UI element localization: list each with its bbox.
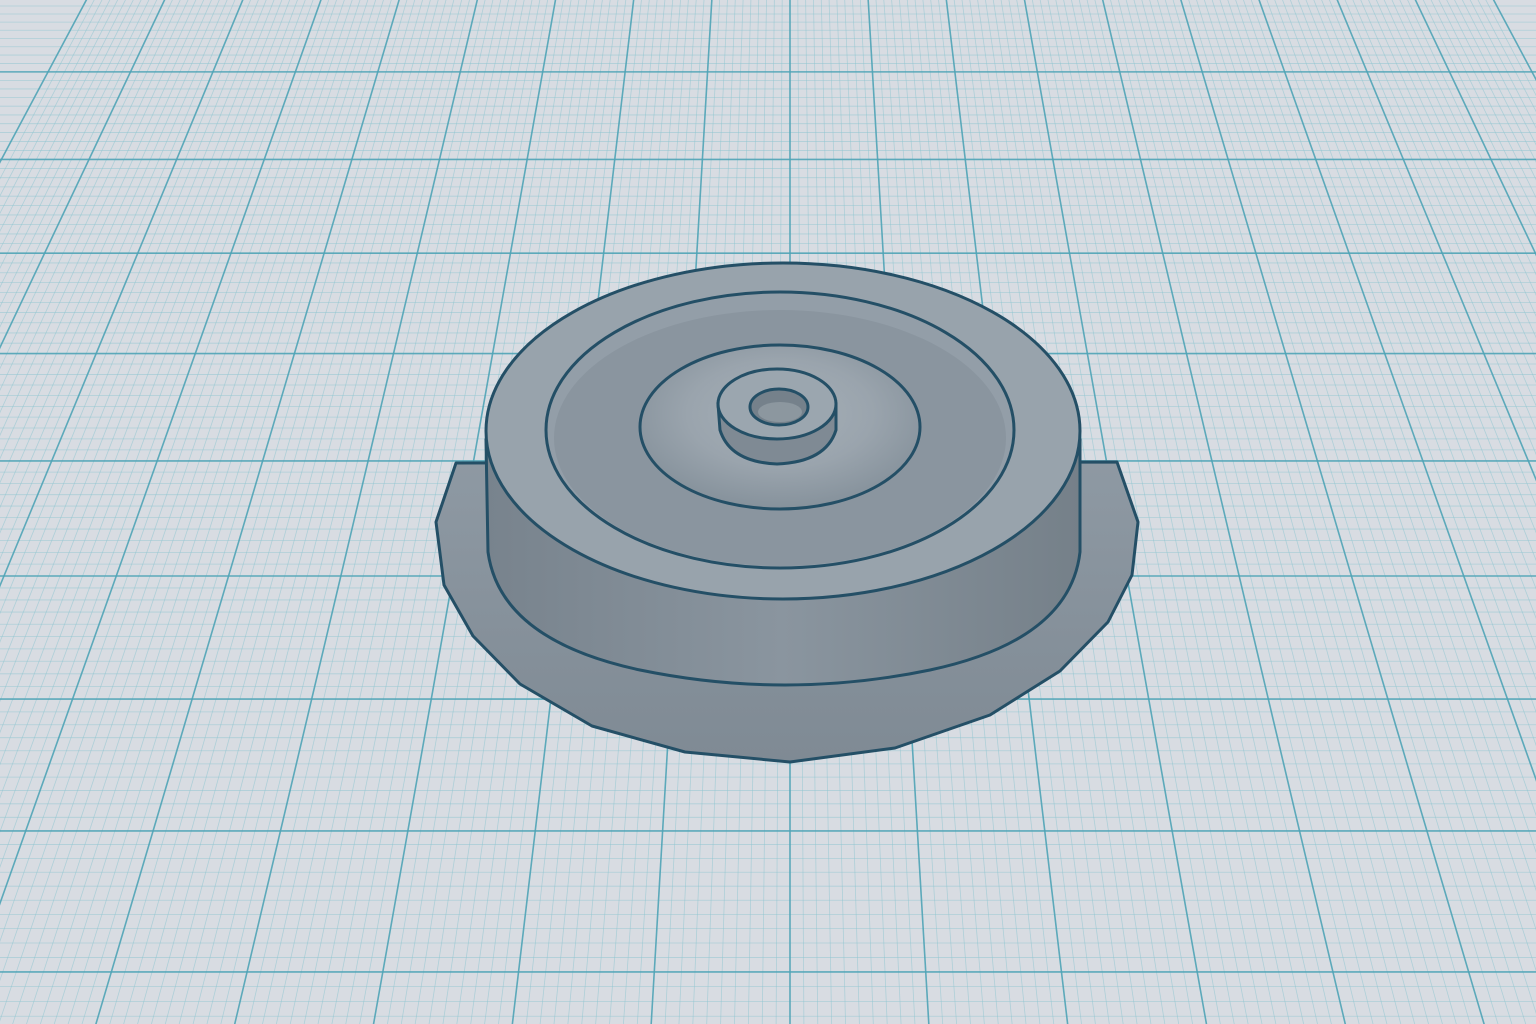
- grid-line-minor: [67, 0, 384, 1024]
- grid-line-minor: [0, 0, 134, 269]
- 3d-model[interactable]: [434, 261, 1140, 764]
- grid-line-major: [0, 0, 322, 906]
- grid-line-minor: [1422, 0, 1536, 236]
- grid-line-minor: [0, 0, 259, 643]
- grid-line-minor: [0, 0, 236, 560]
- scene[interactable]: [0, 0, 1536, 1024]
- grid-line-major: [0, 0, 166, 350]
- grid-line-minor: [1157, 0, 1443, 1024]
- grid-line-minor: [1235, 0, 1536, 892]
- grid-line-minor: [1196, 0, 1513, 1024]
- 3d-viewport[interactable]: [0, 0, 1536, 1024]
- grid-line-minor: [53, 0, 377, 1024]
- grid-line-major: [1180, 0, 1485, 1024]
- grid-line-minor: [1360, 0, 1536, 407]
- grid-line-minor: [0, 0, 345, 1022]
- grid-line-minor: [137, 0, 423, 1024]
- grid-line-minor: [1313, 0, 1536, 562]
- grid-line-minor: [0, 0, 291, 766]
- grid-line-minor: [151, 0, 431, 1024]
- grid-line-minor: [1133, 0, 1402, 1024]
- grid-line-major: [95, 0, 400, 1024]
- grid-line-minor: [1243, 0, 1536, 854]
- grid-line-minor: [1125, 0, 1388, 1024]
- grid-line-major: [1258, 0, 1536, 782]
- grid-line-minor: [1368, 0, 1536, 384]
- grid-line-minor: [1391, 0, 1536, 317]
- grid-line-minor: [0, 0, 220, 509]
- grid-line-minor: [192, 0, 455, 1024]
- grid-line-minor: [0, 0, 150, 308]
- grid-line-minor: [0, 0, 283, 734]
- center-hole-inner: [758, 402, 802, 422]
- grid-line-minor: [1149, 0, 1429, 1024]
- grid-line-minor: [1250, 0, 1536, 817]
- grid-line-minor: [1203, 0, 1527, 1024]
- grid-line-minor: [0, 0, 212, 484]
- grid-line-minor: [1211, 0, 1536, 1015]
- grid-line-major: [1336, 0, 1536, 482]
- grid-line-minor: [1305, 0, 1536, 590]
- grid-line-minor: [0, 0, 251, 615]
- grid-line-minor: [178, 0, 447, 1024]
- grid-line-minor: [1321, 0, 1536, 534]
- grid-line-minor: [1297, 0, 1536, 619]
- grid-line-minor: [1438, 0, 1536, 199]
- grid-line-minor: [12, 0, 353, 1024]
- grid-line-minor: [1469, 0, 1536, 129]
